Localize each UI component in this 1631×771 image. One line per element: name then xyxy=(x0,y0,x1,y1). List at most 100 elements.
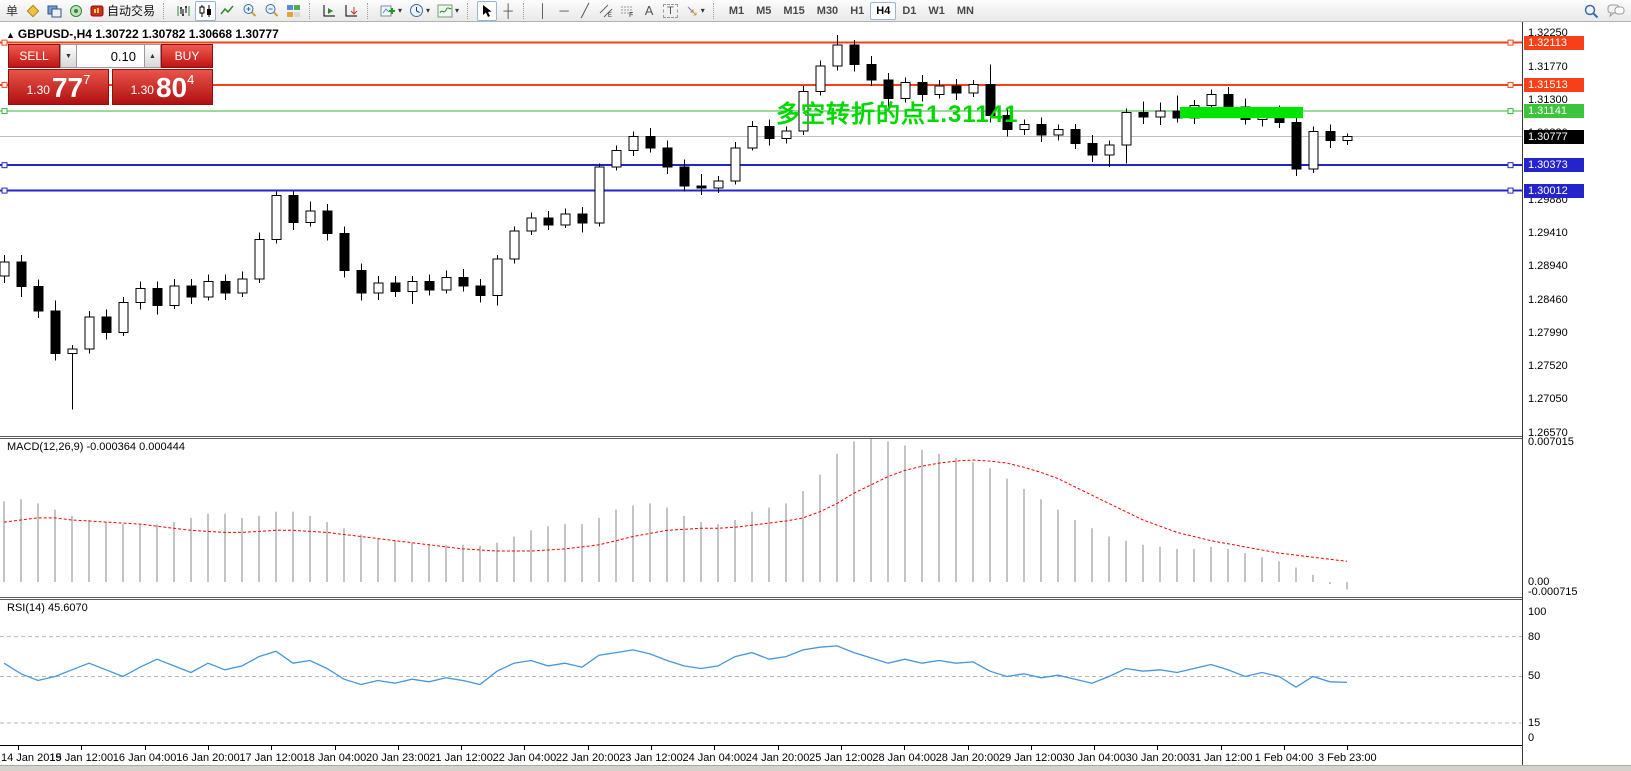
time-axis-label: 22 Jan 20:00 xyxy=(556,752,620,764)
trendline-button[interactable]: ╱ xyxy=(575,1,595,21)
arrows-button[interactable]: ▾ xyxy=(682,1,708,21)
add-indicator-caret: ▾ xyxy=(398,6,402,15)
trade-panel-price-row: 1.30777 1.30804 xyxy=(8,69,213,105)
timeframe-button-M1[interactable]: M1 xyxy=(723,2,750,20)
price-line-badge: 1.32113 xyxy=(1524,36,1584,50)
volume-decrease-button[interactable]: ▼ xyxy=(60,44,77,68)
chat-icon[interactable] xyxy=(1607,4,1625,18)
trendline-icon: ╱ xyxy=(581,3,589,19)
time-tick xyxy=(208,746,209,750)
price-line-badge: 1.31141 xyxy=(1524,104,1584,118)
fibonacci-button[interactable]: F xyxy=(617,1,638,21)
sell-button[interactable]: SELL xyxy=(8,44,60,68)
horizontal-line-button[interactable]: ─ xyxy=(554,1,574,21)
periods-icon xyxy=(409,3,424,18)
zoom-out-button[interactable] xyxy=(261,1,282,21)
chart-shift-icon xyxy=(322,4,337,18)
add-indicator-button[interactable]: ▾ xyxy=(377,1,405,21)
time-axis[interactable]: 14 Jan 201915 Jan 12:0016 Jan 04:0016 Ja… xyxy=(0,745,1522,766)
toolbar-separator xyxy=(367,3,373,19)
collapse-icon[interactable]: ▲ xyxy=(6,30,15,40)
main-chart-canvas[interactable]: 多空转折的点1.31141 xyxy=(0,22,1522,436)
time-tick xyxy=(1094,746,1095,750)
toolbar-separator xyxy=(467,3,473,19)
chart-title: ▲GBPUSD-,H4 1.30722 1.30782 1.30668 1.30… xyxy=(6,27,279,41)
price-tick-label: 1.29410 xyxy=(1528,227,1568,239)
toolbar-separator xyxy=(523,3,529,19)
timeframe-button-W1[interactable]: W1 xyxy=(922,2,951,20)
autotrade-button[interactable]: 自动交易 xyxy=(87,1,158,21)
search-icon[interactable] xyxy=(1584,4,1599,19)
buy-price-sup: 4 xyxy=(187,72,194,87)
auto-scroll-button[interactable] xyxy=(341,1,362,21)
text-button[interactable]: A xyxy=(639,1,659,21)
time-axis-label: 29 Jan 12:00 xyxy=(999,752,1063,764)
trade-panel-top-row: SELL ▼ 0.10 ▲ BUY xyxy=(8,44,213,68)
fibonacci-icon: F xyxy=(620,4,635,18)
buy-price-prefix: 1.30 xyxy=(131,83,154,97)
time-tick xyxy=(1221,746,1222,750)
text-label-button[interactable]: T xyxy=(660,1,681,21)
macd-chart-canvas[interactable] xyxy=(0,439,1522,597)
time-axis-label: 3 Feb 23:00 xyxy=(1318,752,1377,764)
time-axis-label: 24 Jan 04:00 xyxy=(682,752,746,764)
sell-price-button[interactable]: 1.30777 xyxy=(8,69,109,105)
time-tick xyxy=(1157,746,1158,750)
cursor-button[interactable] xyxy=(477,1,497,21)
volume-decrease-icon: ▼ xyxy=(65,53,72,60)
rsi-axis-label: 100 xyxy=(1528,606,1546,618)
timeframe-button-M15[interactable]: M15 xyxy=(777,2,810,20)
timeframe-button-MN[interactable]: MN xyxy=(951,2,980,20)
line-chart-button[interactable] xyxy=(217,1,238,21)
zoom-out-icon xyxy=(264,3,279,18)
time-axis-label: 21 Jan 12:00 xyxy=(429,752,493,764)
market-watch-button[interactable] xyxy=(44,1,65,21)
main-toolbar: 单 自动交易 ▾ ▾ ▾ ┼ │ ─ ╱ E F A T ▾ M1M5 xyxy=(0,0,1631,22)
channel-button[interactable]: E xyxy=(596,1,616,21)
sell-price-big: 77 xyxy=(52,75,83,101)
sell-price-sup: 7 xyxy=(83,72,90,87)
buy-button[interactable]: BUY xyxy=(161,44,213,68)
time-axis-label: 16 Jan 04:00 xyxy=(113,752,177,764)
time-tick xyxy=(461,746,462,750)
signals-icon xyxy=(69,4,83,18)
timeframe-button-D1[interactable]: D1 xyxy=(896,2,922,20)
volume-increase-icon: ▲ xyxy=(149,53,156,60)
toolbar-separator xyxy=(163,3,169,19)
history-button[interactable] xyxy=(23,1,43,21)
bottom-strip xyxy=(0,765,1631,771)
macd-label: MACD(12,26,9) -0.000364 0.000444 xyxy=(7,441,185,453)
bar-chart-button[interactable] xyxy=(173,1,194,21)
time-axis-label: 31 Jan 12:00 xyxy=(1189,752,1253,764)
timeframe-button-H4[interactable]: H4 xyxy=(870,2,896,20)
timeframe-button-M30[interactable]: M30 xyxy=(811,2,844,20)
arrows-icon xyxy=(685,4,699,18)
new-order-button[interactable]: 单 xyxy=(2,1,22,21)
signals-button[interactable] xyxy=(66,1,86,21)
volume-value: 0.10 xyxy=(111,49,136,64)
vertical-line-button[interactable]: │ xyxy=(533,1,553,21)
rsi-chart-canvas[interactable] xyxy=(0,600,1522,745)
templates-button[interactable]: ▾ xyxy=(434,1,462,21)
volume-increase-button[interactable]: ▲ xyxy=(144,44,161,68)
candle-chart-button[interactable] xyxy=(195,1,216,21)
templates-icon xyxy=(437,4,453,18)
timeframe-button-M5[interactable]: M5 xyxy=(750,2,777,20)
svg-text:F: F xyxy=(629,12,633,18)
time-tick xyxy=(335,746,336,750)
volume-input[interactable]: 0.10 xyxy=(77,44,144,68)
periods-button[interactable]: ▾ xyxy=(406,1,433,21)
buy-price-button[interactable]: 1.30804 xyxy=(112,69,213,105)
timeframe-button-H1[interactable]: H1 xyxy=(844,2,870,20)
buy-price-big: 80 xyxy=(156,75,187,101)
tile-windows-button[interactable] xyxy=(283,1,304,21)
crosshair-button[interactable]: ┼ xyxy=(498,1,518,21)
zoom-in-button[interactable] xyxy=(239,1,260,21)
price-axis[interactable]: 1.322501.317701.313001.308301.303601.298… xyxy=(1522,22,1631,765)
time-axis-label: 24 Jan 20:00 xyxy=(746,752,810,764)
chart-shift-button[interactable] xyxy=(319,1,340,21)
time-tick xyxy=(1284,746,1285,750)
text-label-icon: T xyxy=(663,4,678,18)
tile-windows-icon xyxy=(286,4,301,18)
line-chart-icon xyxy=(220,4,235,18)
